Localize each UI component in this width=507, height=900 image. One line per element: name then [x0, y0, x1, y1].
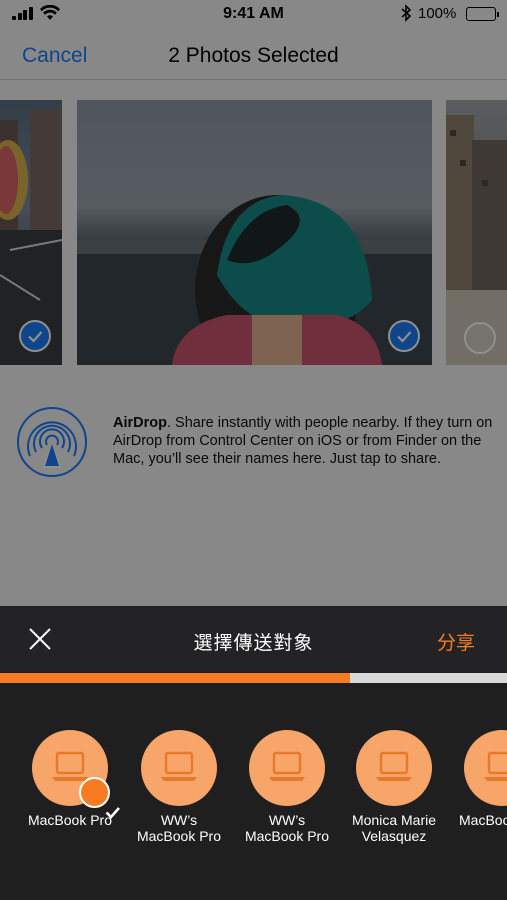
device-name: Monica Marie Velasquez — [351, 812, 437, 844]
progress-bar — [0, 673, 507, 683]
device-name: WW’s MacBook Pro — [244, 812, 330, 844]
laptop-icon — [484, 751, 507, 781]
panel-header: 選擇傳送對象 分享 — [0, 606, 507, 672]
progress-fill — [0, 673, 350, 683]
laptop-icon — [161, 751, 197, 781]
device-name: WW’s MacBook Pro — [136, 812, 222, 844]
laptop-icon — [269, 751, 305, 781]
device-item[interactable]: MacBoo — [452, 730, 507, 828]
selected-check-icon — [79, 777, 120, 819]
device-list: MacBook Pro WW’s MacBook Pro WW’s MacBoo… — [0, 730, 507, 860]
device-avatar — [141, 730, 217, 806]
device-item[interactable]: WW’s MacBook Pro — [237, 730, 337, 844]
device-item[interactable]: WW’s MacBook Pro — [129, 730, 229, 844]
share-button[interactable]: 分享 — [437, 628, 475, 655]
device-avatar — [32, 730, 120, 819]
device-avatar — [464, 730, 507, 806]
device-avatar — [356, 730, 432, 806]
device-avatar — [249, 730, 325, 806]
device-name: MacBoo — [459, 812, 507, 828]
dim-overlay — [0, 0, 507, 606]
laptop-icon — [376, 751, 412, 781]
device-item[interactable]: MacBook Pro — [20, 730, 120, 828]
share-panel: 選擇傳送對象 分享 MacBook Pro WW’s MacBook Pro W… — [0, 606, 507, 900]
device-item[interactable]: Monica Marie Velasquez — [344, 730, 444, 844]
panel-title: 選擇傳送對象 — [193, 633, 314, 654]
